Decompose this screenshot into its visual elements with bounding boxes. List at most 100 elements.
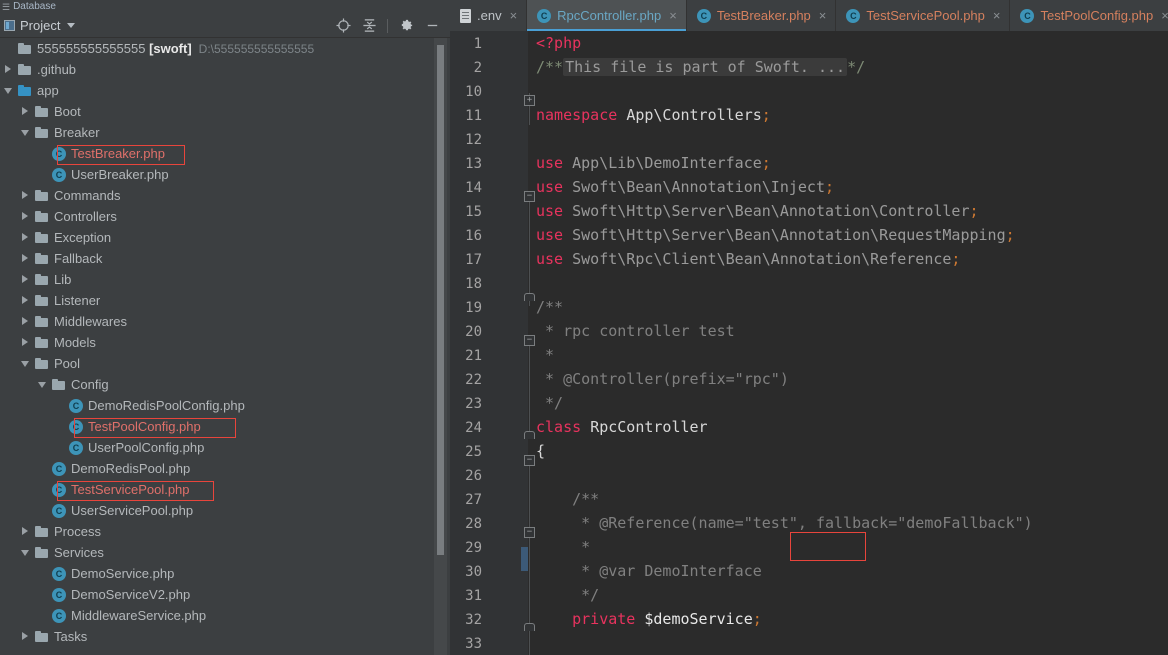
tree-row[interactable]: C TestBreaker.php bbox=[0, 143, 450, 164]
vcs-change-marker[interactable] bbox=[521, 547, 528, 571]
code-line: /** This file is part of Swoft. ... */ bbox=[536, 58, 866, 76]
tree-row-label: 555555555555555 [swoft] bbox=[37, 41, 192, 56]
gear-icon[interactable] bbox=[398, 18, 414, 34]
tree-row[interactable]: app bbox=[0, 80, 450, 101]
editor-tab[interactable]: C TestServicePool.php × bbox=[836, 0, 1011, 31]
editor-tab[interactable]: C TestPoolConfig.php × bbox=[1010, 0, 1168, 31]
minimize-icon[interactable] bbox=[424, 18, 440, 34]
tree-row[interactable]: Tasks bbox=[0, 626, 450, 647]
tree-row[interactable]: Models bbox=[0, 332, 450, 353]
tree-row[interactable]: Middlewares bbox=[0, 311, 450, 332]
fold-toggle-line-19[interactable] bbox=[524, 335, 535, 346]
project-panel-header: Project bbox=[0, 14, 450, 38]
chevron-right-icon[interactable] bbox=[21, 317, 30, 326]
chevron-down-icon[interactable] bbox=[38, 380, 47, 389]
tree-row[interactable]: C DemoRedisPool.php bbox=[0, 458, 450, 479]
project-tree[interactable]: 555555555555555 [swoft] D:\55555555555555… bbox=[0, 38, 450, 655]
chevron-right-icon[interactable] bbox=[21, 212, 30, 221]
tree-row[interactable]: Exception bbox=[0, 227, 450, 248]
locate-icon[interactable] bbox=[335, 18, 351, 34]
tree-row[interactable]: C DemoService.php bbox=[0, 563, 450, 584]
tree-row[interactable]: Pool bbox=[0, 353, 450, 374]
tree-row[interactable]: 555555555555555 [swoft] D:\55555555555555… bbox=[0, 38, 450, 59]
close-icon[interactable]: × bbox=[510, 9, 518, 22]
database-tool-stripe[interactable]: ☰ Database bbox=[0, 0, 450, 14]
database-stripe-label: Database bbox=[13, 1, 56, 12]
tree-row[interactable]: Process bbox=[0, 521, 450, 542]
php-class-icon: C bbox=[52, 587, 66, 602]
tree-row[interactable]: Config bbox=[0, 374, 450, 395]
chevron-right-icon[interactable] bbox=[21, 296, 30, 305]
folder-icon bbox=[35, 274, 49, 285]
tree-row[interactable]: C DemoServiceV2.php bbox=[0, 584, 450, 605]
collapse-all-icon[interactable] bbox=[361, 18, 377, 34]
fold-toggle-line-2[interactable] bbox=[524, 95, 535, 106]
chevron-right-icon[interactable] bbox=[21, 107, 30, 116]
tree-row[interactable]: C UserServicePool.php bbox=[0, 500, 450, 521]
tree-row[interactable]: C UserBreaker.php bbox=[0, 164, 450, 185]
toolbar-divider bbox=[387, 18, 388, 33]
editor-tab[interactable]: C RpcController.php × bbox=[527, 0, 687, 31]
close-icon[interactable]: × bbox=[993, 9, 1001, 22]
chevron-down-icon[interactable] bbox=[21, 548, 30, 557]
tree-row-label: DemoRedisPoolConfig.php bbox=[88, 398, 245, 413]
editor-tab[interactable]: .env × bbox=[450, 0, 528, 31]
close-icon[interactable]: × bbox=[669, 9, 677, 22]
tree-row[interactable]: C TestPoolConfig.php bbox=[0, 416, 450, 437]
fold-toggle-line-27[interactable] bbox=[524, 527, 535, 538]
fold-end-line-31[interactable] bbox=[524, 623, 535, 631]
tree-row[interactable]: Boot bbox=[0, 101, 450, 122]
php-class-icon: C bbox=[846, 8, 861, 23]
chevron-right-icon[interactable] bbox=[4, 65, 13, 74]
tree-row-label: TestBreaker.php bbox=[71, 146, 165, 161]
chevron-right-icon[interactable] bbox=[21, 632, 30, 641]
code-line: use Swoft\Http\Server\Bean\Annotation\Co… bbox=[536, 202, 979, 220]
project-title-dropdown[interactable]: Project bbox=[4, 18, 76, 33]
chevron-right-icon[interactable] bbox=[21, 275, 30, 284]
tree-row[interactable]: Listener bbox=[0, 290, 450, 311]
editor-tab[interactable]: C TestBreaker.php × bbox=[687, 0, 837, 31]
code-content[interactable]: <?php /** This file is part of Swoft. ... *… bbox=[536, 31, 1168, 655]
tree-row[interactable]: Controllers bbox=[0, 206, 450, 227]
fold-toggle-line-24[interactable] bbox=[524, 455, 535, 466]
close-icon[interactable]: × bbox=[1161, 9, 1168, 22]
database-icon: ☰ bbox=[2, 2, 11, 12]
tree-row[interactable]: Fallback bbox=[0, 248, 450, 269]
chevron-down-icon[interactable] bbox=[21, 359, 30, 368]
folder-icon bbox=[35, 631, 49, 642]
code-editor[interactable]: 1 2 10 11 12 13 14 15 16 17 18 19 20 21 22 23 24 25 26 27 28… bbox=[450, 31, 1168, 655]
tree-row[interactable]: C DemoRedisPoolConfig.php bbox=[0, 395, 450, 416]
chevron-right-icon[interactable] bbox=[21, 233, 30, 242]
editor-tabbar[interactable]: .env × C RpcController.php × C TestBreaker.php… bbox=[450, 0, 1168, 31]
chevron-right-icon[interactable] bbox=[21, 338, 30, 347]
tree-row-path: D:\555555555555555 bbox=[198, 41, 315, 56]
fold-toggle-line-13[interactable] bbox=[524, 191, 535, 202]
tree-row[interactable]: C TestServicePool.php bbox=[0, 479, 450, 500]
chevron-down-icon[interactable] bbox=[21, 128, 30, 137]
line-number: 17 bbox=[465, 252, 482, 268]
php-class-icon: C bbox=[69, 440, 83, 455]
tree-row[interactable]: C UserPoolConfig.php bbox=[0, 437, 450, 458]
tree-row[interactable]: .github bbox=[0, 59, 450, 80]
line-number: 30 bbox=[465, 564, 482, 580]
chevron-down-icon[interactable] bbox=[4, 86, 13, 95]
chevron-right-icon[interactable] bbox=[21, 254, 30, 263]
tree-row[interactable]: Breaker bbox=[0, 122, 450, 143]
fold-end-line-23[interactable] bbox=[524, 431, 535, 439]
chevron-right-icon[interactable] bbox=[21, 527, 30, 536]
tree-row-label: Services bbox=[54, 545, 104, 560]
tree-row[interactable]: Commands bbox=[0, 185, 450, 206]
tree-row[interactable]: Lib bbox=[0, 269, 450, 290]
tree-row[interactable]: Services bbox=[0, 542, 450, 563]
close-icon[interactable]: × bbox=[819, 9, 827, 22]
fold-end-line-17[interactable] bbox=[524, 293, 535, 301]
tree-row[interactable]: C MiddlewareService.php bbox=[0, 605, 450, 626]
folder-icon bbox=[35, 316, 49, 327]
tree-row-label: Fallback bbox=[54, 251, 103, 266]
fold-line-classdoc bbox=[529, 339, 530, 439]
chevron-right-icon[interactable] bbox=[21, 191, 30, 200]
project-scrollbar-thumb[interactable] bbox=[437, 45, 444, 555]
code-line: * bbox=[536, 346, 555, 364]
line-number-gutter[interactable]: 1 2 10 11 12 13 14 15 16 17 18 19 20 21 22 23 24 25 26 27 28… bbox=[450, 31, 528, 655]
